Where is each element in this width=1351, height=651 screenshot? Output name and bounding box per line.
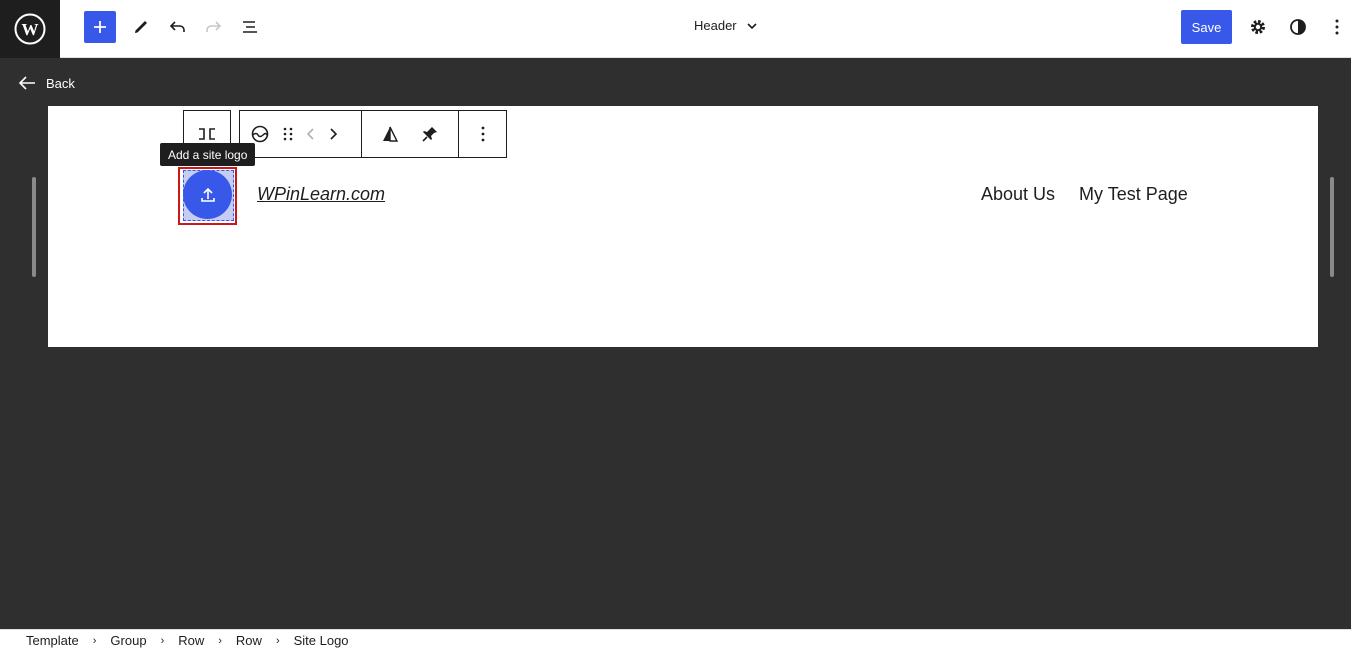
chevron-right-icon: › xyxy=(275,634,280,647)
more-options-segment xyxy=(458,111,506,157)
back-label: Back xyxy=(46,75,75,91)
chevron-down-icon xyxy=(747,22,757,29)
styles-button[interactable] xyxy=(1282,11,1314,43)
save-button[interactable]: Save xyxy=(1181,10,1232,44)
resize-handle-left[interactable] xyxy=(32,177,36,277)
block-toolbar xyxy=(239,110,507,158)
justify-icon[interactable] xyxy=(380,124,400,144)
gear-icon xyxy=(1251,20,1265,34)
template-title: Header xyxy=(694,18,737,33)
highlight-box xyxy=(178,167,237,225)
breadcrumb-item-template[interactable]: Template xyxy=(26,633,79,648)
breadcrumb-item-site-logo: Site Logo xyxy=(293,633,349,648)
site-title[interactable]: WPinLearn.com xyxy=(257,184,385,205)
row-icon xyxy=(197,126,217,142)
nav-item-my-test-page[interactable]: My Test Page xyxy=(1079,184,1188,205)
add-block-button[interactable] xyxy=(84,11,116,43)
options-button[interactable] xyxy=(1321,11,1351,43)
wordpress-logo-button[interactable]: W xyxy=(0,0,60,58)
plus-icon xyxy=(94,21,106,33)
drag-handle-icon[interactable] xyxy=(282,126,294,142)
redo-icon xyxy=(206,21,222,32)
template-title-dropdown[interactable]: Header xyxy=(694,18,759,33)
breadcrumb-item-group[interactable]: Group xyxy=(110,633,146,648)
svg-text:W: W xyxy=(22,20,39,39)
move-right-icon[interactable] xyxy=(328,126,338,142)
more-vertical-icon[interactable] xyxy=(479,125,487,143)
list-view-button[interactable] xyxy=(234,11,266,43)
editor-header: W Header Save xyxy=(0,0,1351,58)
list-view-icon xyxy=(243,21,257,33)
chevron-right-icon: › xyxy=(92,634,97,647)
move-left-icon[interactable] xyxy=(306,126,316,142)
more-vertical-icon xyxy=(1335,19,1339,35)
undo-button[interactable] xyxy=(162,11,194,43)
wordpress-icon: W xyxy=(14,13,46,45)
arrow-left-icon xyxy=(18,76,35,90)
breadcrumb-item-row[interactable]: Row xyxy=(178,633,204,648)
tools-button[interactable] xyxy=(125,11,157,43)
align-segment xyxy=(361,111,458,157)
pen-icon xyxy=(135,21,147,33)
redo-button[interactable] xyxy=(197,11,229,43)
resize-handle-right[interactable] xyxy=(1330,177,1334,277)
chevron-right-icon: › xyxy=(218,634,222,647)
chevron-right-icon: › xyxy=(160,634,165,647)
site-logo-block-icon[interactable] xyxy=(250,124,270,144)
pin-icon[interactable] xyxy=(420,124,440,144)
settings-button[interactable] xyxy=(1242,11,1274,43)
undo-icon xyxy=(169,21,185,32)
nav-item-about-us[interactable]: About Us xyxy=(981,184,1055,205)
half-circle-icon xyxy=(1290,19,1306,35)
breadcrumb: Template › Group › Row › Row › Site Logo xyxy=(0,629,1351,651)
back-link[interactable]: Back xyxy=(18,75,75,91)
breadcrumb-item-row[interactable]: Row xyxy=(236,633,262,648)
tooltip: Add a site logo xyxy=(160,143,256,166)
navigation: About Us My Test Page xyxy=(981,184,1188,205)
block-switcher-segment xyxy=(240,111,361,157)
